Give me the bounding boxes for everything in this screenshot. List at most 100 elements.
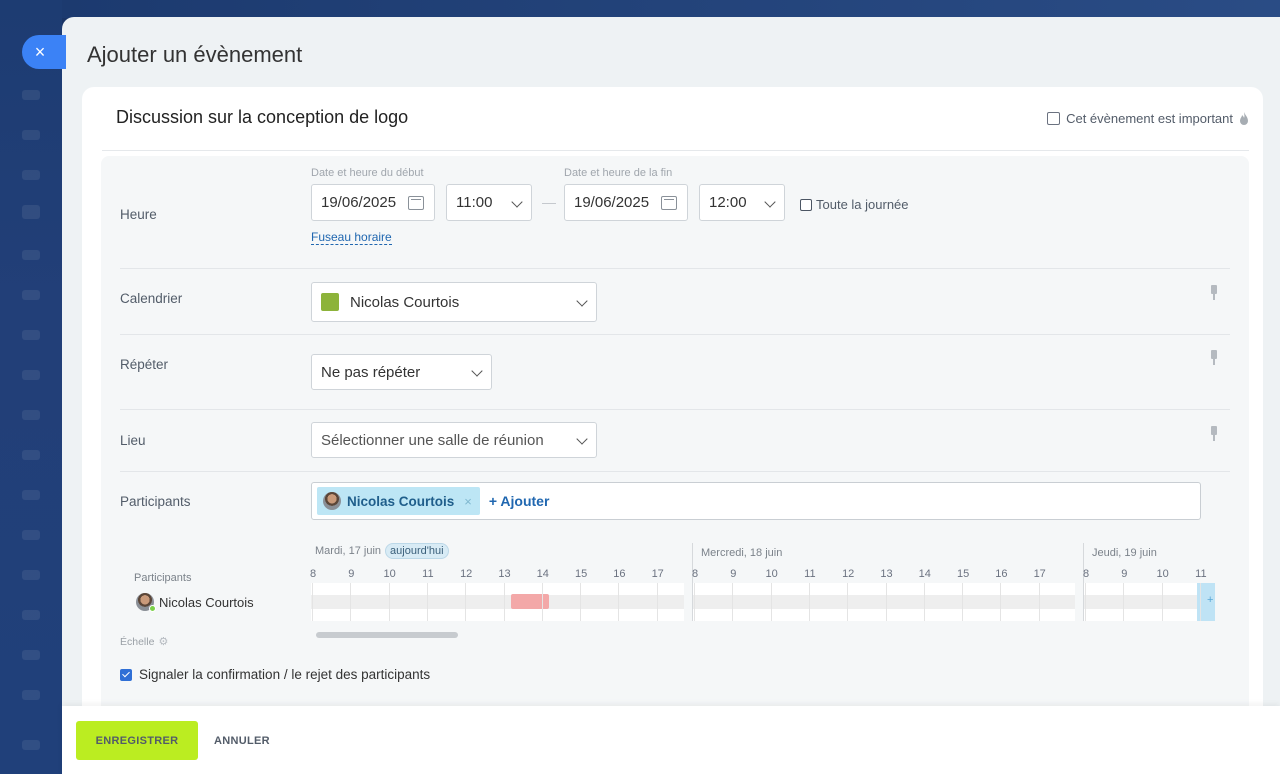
start-time-select[interactable]: 11:00	[446, 184, 532, 221]
remove-participant-icon[interactable]: ×	[464, 494, 472, 509]
calendar-label: Calendrier	[120, 291, 183, 306]
avatar	[136, 593, 156, 612]
all-day-toggle[interactable]: Toute la journée	[800, 197, 909, 212]
end-date-value: 19/06/2025	[574, 194, 650, 211]
end-time-value: 12:00	[709, 194, 747, 211]
timeline-day-track[interactable]	[693, 583, 1075, 621]
timeline-hour-gridline	[1161, 583, 1163, 621]
important-checkbox[interactable]	[1047, 112, 1061, 125]
background-menu-icon	[22, 610, 40, 620]
divider	[120, 409, 1230, 410]
notify-toggle[interactable]: Signaler la confirmation / le rejet des …	[120, 667, 430, 682]
notify-checkbox[interactable]	[120, 668, 132, 681]
save-button[interactable]: ENREGISTRER	[76, 721, 198, 760]
participants-label: Participants	[120, 494, 191, 509]
timeline-hour-gridline	[503, 583, 505, 621]
pin-icon[interactable]	[1209, 426, 1219, 442]
calendar-select[interactable]: Nicolas Courtois	[311, 282, 597, 322]
timeline-hour-gridline	[1038, 583, 1040, 621]
background-menu-icon	[22, 450, 40, 460]
background-menu-icon	[22, 170, 40, 180]
timeline-hour-gridline	[388, 583, 390, 621]
add-participant-link[interactable]: + Ajouter	[489, 493, 550, 509]
divider	[120, 268, 1230, 269]
event-name-input[interactable]: Discussion sur la conception de logo	[116, 107, 408, 128]
location-select[interactable]: Sélectionner une salle de réunion	[311, 422, 597, 458]
event-slider-panel: Ajouter un évènement Discussion sur la c…	[62, 17, 1280, 774]
busy-block	[511, 594, 549, 609]
background-menu-icon	[22, 740, 40, 750]
gear-icon[interactable]: ⚙	[158, 635, 168, 648]
timeline-participant-name: Nicolas Courtois	[159, 594, 254, 610]
end-time-select[interactable]: 12:00	[699, 184, 785, 221]
timeline-hour-label: 8	[1082, 568, 1090, 580]
timeline-scrollbar[interactable]	[316, 632, 458, 638]
cancel-button[interactable]: ANNULER	[214, 721, 270, 760]
end-date-input[interactable]: 19/06/2025	[564, 184, 688, 221]
time-label: Heure	[120, 207, 157, 222]
flame-icon	[1240, 111, 1248, 125]
timeline-hour-label: 9	[348, 568, 355, 580]
event-details-form: Heure Date et heure du début 19/06/2025 …	[101, 156, 1249, 774]
timeline-day-track[interactable]: +	[1084, 583, 1215, 621]
timeline-day-track[interactable]	[311, 583, 684, 621]
timeline-hour-gridline	[962, 583, 964, 621]
timeline-hour-gridline	[885, 583, 887, 621]
pin-icon[interactable]	[1209, 285, 1219, 301]
timeline-hour-label: 12	[460, 568, 473, 580]
participant-chip-name: Nicolas Courtois	[347, 493, 455, 509]
background-sidebar	[0, 0, 62, 774]
timeline-hour-label: 8	[691, 568, 699, 580]
timeline-participant-row: Nicolas Courtois	[136, 593, 254, 612]
scale-setting[interactable]: Échelle ⚙	[120, 635, 168, 649]
start-date-value: 19/06/2025	[321, 194, 397, 211]
background-menu-icon	[22, 690, 40, 700]
today-badge: aujourd'hui	[385, 543, 449, 559]
close-slider-button[interactable]: ×	[22, 35, 66, 69]
online-status-icon	[149, 605, 156, 612]
all-day-checkbox[interactable]	[800, 198, 812, 211]
timeline-day-label: Jeudi, 19 juin	[1092, 547, 1157, 559]
timeline-hour-label: 13	[498, 568, 511, 580]
divider	[120, 334, 1230, 335]
background-menu-icon	[22, 530, 40, 540]
background-menu-icon	[22, 490, 40, 500]
timeline-hour-gridline	[656, 583, 658, 621]
timeline-hour-gridline	[770, 583, 772, 621]
timeline-hour-gridline	[618, 583, 620, 621]
timeline-stripe	[693, 595, 1075, 609]
calendar-icon[interactable]	[661, 196, 677, 210]
event-form-card: Discussion sur la conception de logo Cet…	[82, 87, 1263, 774]
background-menu-icon	[22, 250, 40, 260]
timeline-hour-label: 11	[804, 568, 816, 580]
background-menu-icon	[22, 650, 40, 660]
timeline-day-label: Mardi, 17 juin aujourd'hui	[315, 543, 449, 559]
timeline-hour-gridline	[1085, 583, 1086, 621]
participant-chip[interactable]: Nicolas Courtois ×	[317, 487, 480, 515]
calendar-icon[interactable]	[408, 196, 424, 210]
background-menu-icon	[22, 330, 40, 340]
important-toggle[interactable]: Cet évènement est important	[1047, 111, 1249, 126]
timeline-hour-label: 16	[995, 568, 1008, 580]
timeline-hour-label: 9	[730, 568, 737, 580]
timeline-hour-label: 11	[1195, 568, 1207, 580]
pin-icon[interactable]	[1209, 350, 1219, 366]
timeline-hour-gridline	[1123, 583, 1125, 621]
timeline-hour-label: 11	[422, 568, 434, 580]
timeline-hour-label: 17	[651, 568, 664, 580]
start-date-input[interactable]: 19/06/2025	[311, 184, 435, 221]
chevron-down-icon	[764, 196, 776, 208]
timeline-hour-gridline	[312, 583, 313, 621]
end-datetime-label: Date et heure de la fin	[564, 167, 673, 179]
timeline-hour-label: 8	[309, 568, 317, 580]
timeline-hour-label: 10	[765, 568, 778, 580]
repeat-select[interactable]: Ne pas répéter	[311, 354, 492, 390]
timeline-hour-label: 10	[383, 568, 396, 580]
timeline-hour-gridline	[808, 583, 810, 621]
timezone-link[interactable]: Fuseau horaire	[311, 230, 392, 245]
chevron-down-icon	[576, 433, 588, 445]
avatar	[323, 492, 341, 510]
timeline-hour-label: 14	[918, 568, 931, 580]
participants-input[interactable]: Nicolas Courtois × + Ajouter	[311, 482, 1201, 520]
range-separator: —	[542, 194, 556, 210]
